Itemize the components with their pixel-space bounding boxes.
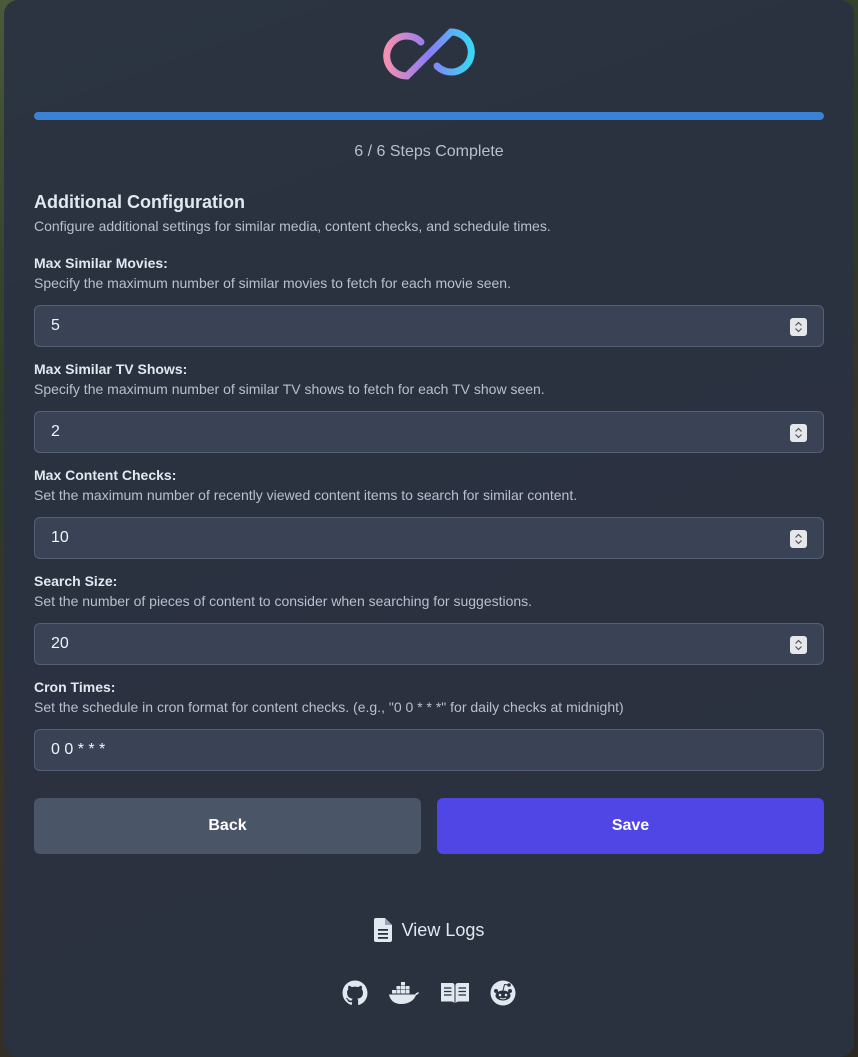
- max-similar-tv-shows-input[interactable]: 2: [34, 411, 824, 453]
- stepper-arrows-icon: [795, 639, 802, 651]
- search-size-input[interactable]: 20: [34, 623, 824, 665]
- field-help: Set the maximum number of recently viewe…: [34, 487, 578, 503]
- field-max-similar-tv-shows: Max Similar TV Shows: Specify the maximu…: [34, 361, 824, 453]
- field-help: Specify the maximum number of similar TV…: [34, 381, 545, 397]
- field-help: Set the number of pieces of content to c…: [34, 593, 533, 609]
- save-button[interactable]: Save: [437, 798, 824, 854]
- max-similar-movies-input[interactable]: 5: [34, 305, 824, 347]
- field-label: Cron Times:: [34, 679, 116, 695]
- input-value: 20: [51, 635, 69, 652]
- book-icon[interactable]: [440, 980, 470, 1006]
- github-icon[interactable]: [342, 980, 368, 1006]
- view-logs-link[interactable]: View Logs: [4, 918, 854, 942]
- reddit-icon[interactable]: [490, 980, 516, 1006]
- field-help: Specify the maximum number of similar mo…: [34, 275, 511, 291]
- back-button[interactable]: Back: [34, 798, 421, 854]
- number-stepper[interactable]: [790, 424, 807, 442]
- input-value: 2: [51, 423, 60, 440]
- field-label: Max Similar Movies:: [34, 255, 168, 271]
- logo: [4, 24, 854, 84]
- social-links: [4, 980, 854, 1006]
- section-description: Configure additional settings for simila…: [34, 218, 551, 234]
- input-value: 0 0 * * *: [51, 741, 106, 758]
- document-icon: [373, 918, 392, 942]
- steps-status: 6 / 6 Steps Complete: [354, 143, 504, 160]
- field-help: Set the schedule in cron format for cont…: [34, 699, 624, 715]
- number-stepper[interactable]: [790, 636, 807, 654]
- progress-fill: [34, 112, 824, 120]
- cron-times-input[interactable]: 0 0 * * *: [34, 729, 824, 771]
- field-label: Search Size:: [34, 573, 118, 589]
- view-logs-label: View Logs: [401, 919, 485, 940]
- infinity-logo-icon: [383, 28, 475, 80]
- section-title: Additional Configuration: [34, 192, 245, 212]
- field-cron-times: Cron Times: Set the schedule in cron for…: [34, 679, 824, 771]
- docker-icon[interactable]: [388, 980, 420, 1006]
- max-content-checks-input[interactable]: 10: [34, 517, 824, 559]
- field-search-size: Search Size: Set the number of pieces of…: [34, 573, 824, 665]
- input-value: 5: [51, 317, 60, 334]
- progress-bar: [34, 112, 824, 120]
- setup-card: 6 / 6 Steps Complete Additional Configur…: [4, 0, 854, 1057]
- field-label: Max Content Checks:: [34, 467, 177, 483]
- number-stepper[interactable]: [790, 318, 807, 336]
- field-label: Max Similar TV Shows:: [34, 361, 188, 377]
- input-value: 10: [51, 529, 69, 546]
- stepper-arrows-icon: [795, 321, 802, 333]
- field-max-similar-movies: Max Similar Movies: Specify the maximum …: [34, 255, 824, 347]
- stepper-arrows-icon: [795, 427, 802, 439]
- field-max-content-checks: Max Content Checks: Set the maximum numb…: [34, 467, 824, 559]
- stepper-arrows-icon: [795, 533, 802, 545]
- number-stepper[interactable]: [790, 530, 807, 548]
